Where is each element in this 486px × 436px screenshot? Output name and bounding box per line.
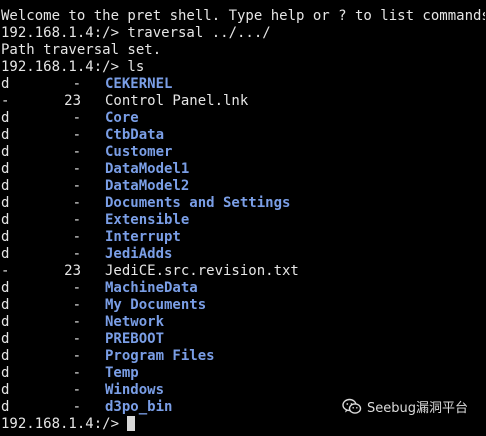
- listing-row: d - CEKERNEL: [1, 76, 485, 93]
- entry-type: d: [1, 161, 10, 177]
- entry-type: d: [1, 76, 10, 92]
- entry-type: d: [1, 110, 10, 126]
- listing-row: d - CtbData: [1, 127, 485, 144]
- entry-size: -: [72, 229, 81, 245]
- directory-name: Documents and Settings: [105, 195, 291, 211]
- entry-type: d: [1, 246, 10, 262]
- listing-row: d - Interrupt: [1, 229, 485, 246]
- listing-row: d - Program Files: [1, 348, 485, 365]
- directory-name: Extensible: [105, 212, 190, 228]
- directory-name: Network: [105, 314, 165, 330]
- active-prompt-line[interactable]: 192.168.1.4:/>: [1, 416, 485, 433]
- directory-name: DataModel1: [105, 161, 190, 177]
- entry-size: -: [72, 331, 81, 347]
- entry-size: -: [72, 297, 81, 313]
- directory-name: Windows: [105, 382, 165, 398]
- entry-type: d: [1, 127, 10, 143]
- entry-type: d: [1, 382, 10, 398]
- entry-type: d: [1, 365, 10, 381]
- watermark: Seebug漏洞平台: [342, 397, 468, 416]
- entry-size: -: [72, 348, 81, 364]
- directory-name: CtbData: [105, 127, 165, 143]
- directory-name: Core: [105, 110, 139, 126]
- listing-row: d - Documents and Settings: [1, 195, 485, 212]
- listing-row: d - Extensible: [1, 212, 485, 229]
- banner-line: Welcome to the pret shell. Type help or …: [1, 8, 485, 24]
- entry-type: d: [1, 348, 10, 364]
- directory-listing: d - CEKERNEL -23 Control Panel.lnk d - Core d - Ct…: [1, 76, 485, 416]
- watermark-label: Seebug漏洞平台: [367, 401, 468, 416]
- directory-name: Program Files: [105, 348, 215, 364]
- entry-size: -: [72, 161, 81, 177]
- prompt-text: 192.168.1.4:/>: [1, 416, 128, 432]
- listing-row: - 23 JediCE.src.revision.txt: [1, 263, 485, 280]
- entry-type: -: [1, 263, 10, 279]
- entry-size: -: [72, 314, 81, 330]
- directory-name: PREBOOT: [105, 331, 165, 347]
- entry-type: -: [1, 93, 10, 109]
- listing-row: d - PREBOOT: [1, 331, 485, 348]
- directory-name: JediAdds: [105, 246, 173, 262]
- directory-name: My Documents: [105, 297, 207, 313]
- file-name: Control Panel.lnk: [105, 93, 249, 109]
- entry-size: -: [72, 110, 81, 126]
- entry-size: -: [72, 144, 81, 160]
- listing-row: d - My Documents: [1, 297, 485, 314]
- terminal-window[interactable]: Welcome to the pret shell. Type help or …: [1, 8, 485, 433]
- entry-size: -: [72, 127, 81, 143]
- command-line-ls: 192.168.1.4:/> ls: [1, 59, 145, 75]
- entry-type: d: [1, 178, 10, 194]
- file-name: JediCE.src.revision.txt: [105, 263, 299, 279]
- entry-type: d: [1, 399, 10, 415]
- entry-type: d: [1, 280, 10, 296]
- listing-row: d - JediAdds: [1, 246, 485, 263]
- listing-row: d - DataModel1: [1, 161, 485, 178]
- entry-type: d: [1, 314, 10, 330]
- listing-row: d - MachineData: [1, 280, 485, 297]
- entry-size: 23: [64, 263, 81, 279]
- entry-size: -: [72, 365, 81, 381]
- traversal-response-line: Path traversal set.: [1, 42, 162, 58]
- listing-row: d - Core: [1, 110, 485, 127]
- entry-size: 23: [64, 93, 81, 109]
- listing-row: d - DataModel2: [1, 178, 485, 195]
- listing-row: d - Network: [1, 314, 485, 331]
- listing-row: - 23 Control Panel.lnk: [1, 93, 485, 110]
- entry-type: d: [1, 195, 10, 211]
- directory-name: Temp: [105, 365, 139, 381]
- entry-type: d: [1, 229, 10, 245]
- entry-size: -: [72, 246, 81, 262]
- entry-size: -: [72, 382, 81, 398]
- entry-size: -: [72, 399, 81, 415]
- entry-type: d: [1, 331, 10, 347]
- text-cursor: [127, 416, 136, 431]
- entry-size: -: [72, 195, 81, 211]
- directory-name: d3po_bin: [105, 399, 173, 415]
- directory-name: Interrupt: [105, 229, 181, 245]
- entry-size: -: [72, 76, 81, 92]
- directory-name: DataModel2: [105, 178, 190, 194]
- command-line-traversal: 192.168.1.4:/> traversal ../.../: [1, 25, 271, 41]
- directory-name: Customer: [105, 144, 173, 160]
- listing-row: d - Customer: [1, 144, 485, 161]
- entry-size: -: [72, 178, 81, 194]
- directory-name: CEKERNEL: [105, 76, 173, 92]
- directory-name: MachineData: [105, 280, 198, 296]
- entry-size: -: [72, 212, 81, 228]
- entry-type: d: [1, 297, 10, 313]
- entry-size: -: [72, 280, 81, 296]
- wechat-icon: [342, 398, 362, 416]
- listing-row: d - Temp: [1, 365, 485, 382]
- entry-type: d: [1, 212, 10, 228]
- entry-type: d: [1, 144, 10, 160]
